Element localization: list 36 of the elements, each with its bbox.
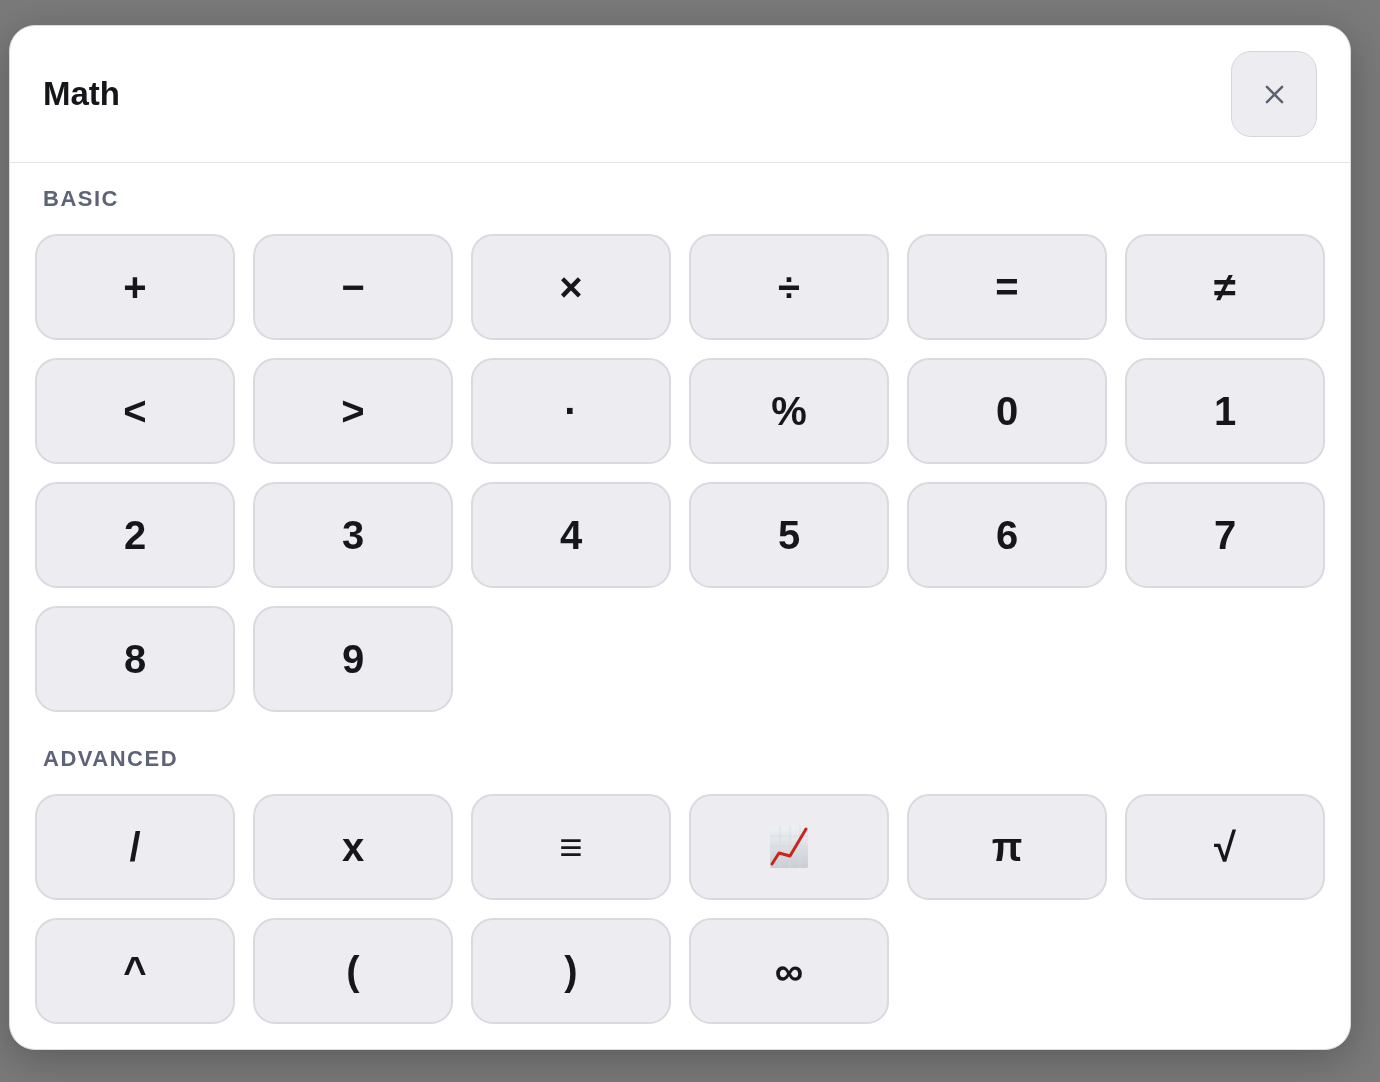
symbol-key[interactable]: / bbox=[35, 794, 235, 900]
close-button[interactable] bbox=[1231, 51, 1317, 137]
symbol-key[interactable]: > bbox=[253, 358, 453, 464]
symbol-key[interactable]: 0 bbox=[907, 358, 1107, 464]
symbol-key[interactable]: ÷ bbox=[689, 234, 889, 340]
symbol-key[interactable]: ( bbox=[253, 918, 453, 1024]
symbol-key[interactable]: x bbox=[253, 794, 453, 900]
symbol-key[interactable]: = bbox=[907, 234, 1107, 340]
symbol-key[interactable]: + bbox=[35, 234, 235, 340]
symbol-key[interactable]: 9 bbox=[253, 606, 453, 712]
symbol-key[interactable]: ) bbox=[471, 918, 671, 1024]
section-heading: ADVANCED bbox=[43, 746, 179, 772]
symbol-key[interactable]: ≠ bbox=[1125, 234, 1325, 340]
symbol-key[interactable]: ^ bbox=[35, 918, 235, 1024]
section-heading: BASIC bbox=[43, 186, 119, 212]
symbol-key[interactable]: − bbox=[253, 234, 453, 340]
symbol-key[interactable]: 5 bbox=[689, 482, 889, 588]
symbol-key[interactable]: ≡ bbox=[471, 794, 671, 900]
symbol-key[interactable]: √ bbox=[1125, 794, 1325, 900]
close-icon bbox=[1264, 84, 1284, 104]
symbol-key[interactable]: × bbox=[471, 234, 671, 340]
symbol-key[interactable]: 2 bbox=[35, 482, 235, 588]
symbol-key[interactable]: 6 bbox=[907, 482, 1107, 588]
symbol-key[interactable]: 1 bbox=[1125, 358, 1325, 464]
symbol-key[interactable]: 7 bbox=[1125, 482, 1325, 588]
symbol-key[interactable]: 3 bbox=[253, 482, 453, 588]
dialog-title: Math bbox=[43, 74, 120, 114]
symbol-key[interactable]: 4 bbox=[471, 482, 671, 588]
line-chart-icon bbox=[770, 826, 808, 868]
symbol-key[interactable]: π bbox=[907, 794, 1107, 900]
symbol-key[interactable]: 8 bbox=[35, 606, 235, 712]
symbol-key[interactable]: ∞ bbox=[689, 918, 889, 1024]
symbol-key[interactable]: < bbox=[35, 358, 235, 464]
symbol-key[interactable]: % bbox=[689, 358, 889, 464]
symbol-key[interactable]: · bbox=[471, 358, 671, 464]
chart-key[interactable] bbox=[689, 794, 889, 900]
